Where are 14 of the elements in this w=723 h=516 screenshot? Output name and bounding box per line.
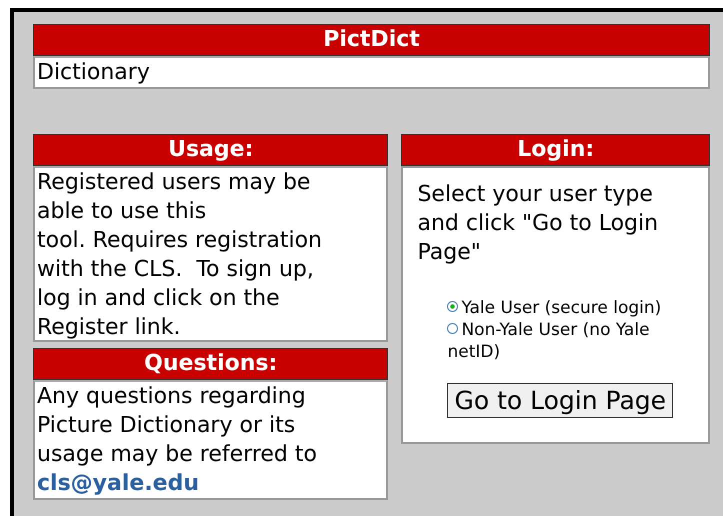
radio-button[interactable] (447, 323, 458, 334)
app-title: PictDict (33, 24, 710, 56)
login-heading: Login: (401, 134, 710, 166)
user-type-option[interactable]: Non-Yale User (no Yale netID) (447, 319, 702, 363)
email-link[interactable]: cls@yale.edu (37, 469, 384, 498)
radio-button[interactable] (447, 301, 458, 312)
usage-heading: Usage: (33, 134, 388, 166)
login-instructions: Select your user type and click "Go to Login Page" (417, 181, 660, 267)
user-type-option[interactable]: Yale User (secure login) (447, 297, 702, 319)
questions-text: Any questions regarding Picture Dictionary or its usage may be referred to (37, 384, 317, 467)
usage-text: Registered users may be able to use this tool. Requires registration with the CLS. To sign up, log in and click on the Register link. (33, 166, 388, 342)
login-button[interactable]: Go to Login Page (447, 383, 674, 418)
app-subtitle: Dictionary (33, 56, 710, 89)
questions-heading: Questions: (33, 348, 388, 380)
